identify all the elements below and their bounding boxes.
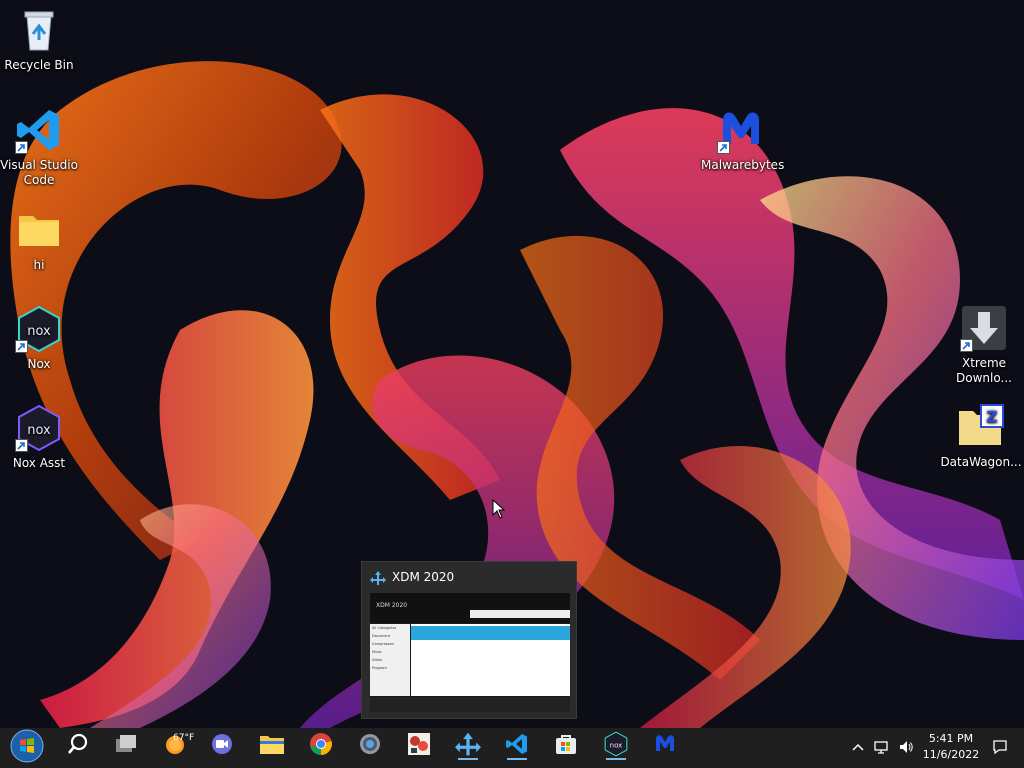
chat-button[interactable] xyxy=(202,728,242,760)
desktop-icon-vscode[interactable]: Visual Studio Code xyxy=(0,106,78,188)
windows-logo-icon xyxy=(10,729,44,763)
clock-date: 11/6/2022 xyxy=(922,748,980,761)
desktop-icon-recycle-bin[interactable]: Recycle Bin xyxy=(0,6,78,73)
desktop-icon-label: Malwarebytes xyxy=(701,158,785,172)
svg-text:nox: nox xyxy=(27,423,51,438)
xdm-icon xyxy=(455,732,481,756)
shortcut-arrow-icon xyxy=(960,339,973,352)
shortcut-arrow-icon xyxy=(15,340,28,353)
preview-title: XDM 2020 xyxy=(392,570,455,584)
desktop-icon-folder-hi[interactable]: hi xyxy=(0,206,78,273)
thumbnail-sidebar-item: Program xyxy=(372,666,387,670)
shortcut-arrow-icon xyxy=(717,141,730,154)
settings-button[interactable] xyxy=(350,728,390,760)
shortcut-arrow-icon xyxy=(15,439,28,452)
video-chat-icon xyxy=(212,734,232,754)
malwarebytes-icon xyxy=(717,106,765,154)
desktop-icon-label: Visual Studio Code xyxy=(0,158,78,187)
desktop-icon-label: Nox xyxy=(27,357,51,371)
chevron-up-icon[interactable] xyxy=(850,739,866,755)
task-view-icon xyxy=(116,735,136,752)
nox-icon: nox xyxy=(15,305,63,353)
desktop-icon-xtreme-download[interactable]: Xtreme Downlo... xyxy=(944,304,1024,386)
nox-taskbar-button[interactable]: nox xyxy=(596,728,636,760)
desktop-icon-label: Xtreme Downlo... xyxy=(956,356,1012,385)
thumbnail-download-list xyxy=(411,624,570,696)
thumbnail-sidebar-item: Document xyxy=(372,634,391,638)
desktop-icon-nox-asst[interactable]: nox Nox Asst xyxy=(0,404,78,471)
mouse-cursor-icon xyxy=(492,499,506,519)
desktop-icon-malwarebytes[interactable]: Malwarebytes xyxy=(701,106,785,173)
weather-temperature: 67°F xyxy=(173,733,195,743)
network-icon[interactable] xyxy=(873,739,889,755)
task-view-button[interactable] xyxy=(106,728,146,760)
thumbnail-sidebar-item: Music xyxy=(372,650,382,654)
xdm-taskbar-button[interactable] xyxy=(448,728,488,760)
volume-icon[interactable] xyxy=(898,739,914,755)
xdm-icon xyxy=(370,571,386,585)
game-app-button[interactable] xyxy=(399,728,439,760)
search-icon xyxy=(68,733,88,754)
gear-icon xyxy=(360,734,380,754)
vscode-icon xyxy=(15,106,63,154)
taskbar-clock[interactable]: 5:41 PM 11/6/2022 xyxy=(918,731,984,763)
thumbnail-sidebar-item: Compressed xyxy=(372,642,394,646)
malwarebytes-taskbar-button[interactable] xyxy=(645,728,685,760)
xdm-window-thumbnail: XDM 2020 All Categories Document Compres… xyxy=(370,593,570,712)
taskbar-thumbnail-preview[interactable]: XDM 2020 XDM 2020 All Categories Documen… xyxy=(361,561,577,719)
desktop-icon-datawagon[interactable]: Z DataWagon... xyxy=(938,403,1024,470)
recycle-bin-icon xyxy=(15,6,63,54)
taskbar-search-button[interactable] xyxy=(58,728,98,760)
store-button[interactable] xyxy=(546,728,586,760)
store-icon xyxy=(556,735,576,754)
thumbnail-sidebar: All Categories Document Compressed Music… xyxy=(370,624,410,696)
thumbnail-title: XDM 2020 xyxy=(376,602,408,609)
malwarebytes-icon xyxy=(656,735,674,751)
clock-time: 5:41 PM xyxy=(928,732,974,745)
notification-icon[interactable] xyxy=(992,739,1008,755)
chrome-icon xyxy=(310,733,332,755)
thumbnail-sidebar-item: Video xyxy=(372,658,382,662)
nox-icon: nox xyxy=(604,731,628,757)
thumbnail-download-row xyxy=(411,626,570,640)
nox-asst-icon: nox xyxy=(15,404,63,452)
desktop-icon-nox[interactable]: nox Nox xyxy=(0,305,78,372)
folder-icon xyxy=(15,206,63,254)
desktop-icon-label: Nox Asst xyxy=(12,456,66,470)
thumbnail-footer xyxy=(370,697,570,712)
xtreme-download-icon xyxy=(960,304,1008,352)
shortcut-arrow-icon xyxy=(15,141,28,154)
file-explorer-button[interactable] xyxy=(252,728,292,760)
desktop-icon-label: Recycle Bin xyxy=(4,58,74,72)
desktop-icon-label: hi xyxy=(33,258,45,272)
svg-text:Z: Z xyxy=(987,408,998,426)
folder-icon xyxy=(260,736,284,754)
vscode-taskbar-button[interactable] xyxy=(497,728,537,760)
start-button[interactable] xyxy=(7,729,47,763)
desktop-icon-label: DataWagon... xyxy=(940,455,1022,469)
svg-text:nox: nox xyxy=(610,740,623,749)
datawagon-icon: Z xyxy=(957,403,1005,451)
game-app-icon xyxy=(408,733,430,755)
thumbnail-sidebar-item: All Categories xyxy=(372,626,397,630)
thumbnail-tabs xyxy=(470,610,570,618)
vscode-icon xyxy=(506,734,527,754)
thumbnail-header: XDM 2020 xyxy=(370,593,570,623)
chrome-button[interactable] xyxy=(301,728,341,760)
svg-text:nox: nox xyxy=(27,324,51,339)
